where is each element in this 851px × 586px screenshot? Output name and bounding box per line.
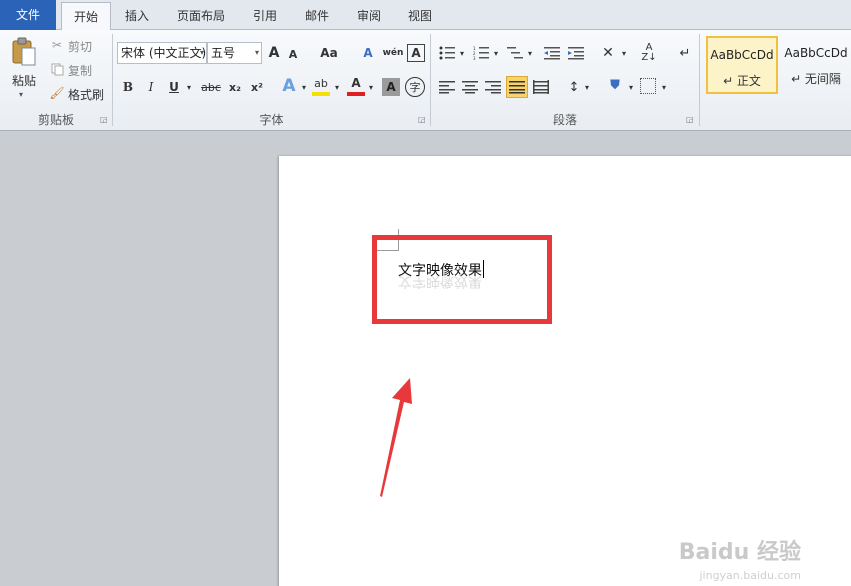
borders-dropdown-icon[interactable]: ▾ <box>659 78 669 96</box>
paste-icon[interactable] <box>10 36 38 68</box>
tab-page-layout[interactable]: 页面布局 <box>168 2 234 30</box>
text-effects-dropdown-icon[interactable]: ▾ <box>299 78 309 96</box>
increase-indent-icon[interactable] <box>567 44 585 62</box>
style-sample: AaBbCcDd <box>710 48 774 62</box>
tab-review[interactable]: 审阅 <box>349 2 389 30</box>
watermark-brand: Baidu 经验 <box>678 540 801 565</box>
style-name: ↵ 无间隔 <box>791 72 841 86</box>
tab-home[interactable]: 开始 <box>61 2 111 31</box>
annotation-arrow-icon <box>380 378 412 497</box>
decrease-indent-icon[interactable] <box>543 44 561 62</box>
character-shading-icon[interactable]: A <box>382 78 400 96</box>
align-right-icon[interactable] <box>484 78 502 96</box>
distributed-icon[interactable] <box>532 78 550 96</box>
phonetic-guide-icon[interactable]: wén <box>383 44 404 62</box>
style-normal[interactable]: AaBbCcDd ↵ 正文 <box>706 36 778 94</box>
grow-font-icon[interactable]: A <box>266 44 282 62</box>
align-center-icon[interactable] <box>461 78 479 96</box>
paragraph-launcher-icon[interactable]: ◲ <box>686 115 695 124</box>
font-size-value: 五号 <box>211 46 236 60</box>
tab-file[interactable]: 文件 <box>0 0 56 30</box>
sort-icon[interactable]: A Z↓ <box>640 42 658 64</box>
bullets-icon[interactable] <box>438 44 456 62</box>
annotation-highlight-box <box>372 235 552 324</box>
shading-icon[interactable]: ⛊ <box>606 76 624 94</box>
strikethrough-icon[interactable]: abc <box>200 78 222 96</box>
font-color-dropdown-icon[interactable]: ▾ <box>366 78 376 96</box>
ribbon: 粘贴 ▾ ✂ 剪切 复制 🖌 格式刷 剪贴板 ◲ 宋体 (中文正文) ▾ 五号 … <box>0 30 851 131</box>
chinese-layout-icon[interactable]: ✕ <box>598 44 618 62</box>
enclose-characters-icon[interactable]: 字 <box>405 77 425 97</box>
clipboard-group-label: 剪贴板 <box>37 113 74 127</box>
paste-button[interactable]: 粘贴 <box>12 72 36 89</box>
clipboard-launcher-icon[interactable]: ◲ <box>100 115 109 124</box>
svg-text:3: 3 <box>473 56 476 60</box>
subscript-icon[interactable]: x₂ <box>226 78 244 96</box>
font-size-dropdown-icon[interactable]: ▾ <box>255 43 259 63</box>
justify-icon[interactable] <box>506 76 528 98</box>
multilevel-dropdown-icon[interactable]: ▾ <box>525 44 535 62</box>
style-name: ↵ 正文 <box>723 74 761 88</box>
change-case-icon[interactable]: Aa <box>318 44 340 62</box>
cut-icon[interactable]: ✂ <box>50 38 64 52</box>
format-painter-icon[interactable]: 🖌 <box>49 86 64 100</box>
align-left-icon[interactable] <box>438 78 456 96</box>
tab-mailings[interactable]: 邮件 <box>297 2 337 30</box>
format-painter-button[interactable]: 格式刷 <box>68 86 104 103</box>
font-group-label: 字体 <box>259 113 284 127</box>
line-spacing-dropdown-icon[interactable]: ▾ <box>582 78 592 96</box>
superscript-icon[interactable]: x² <box>248 78 266 96</box>
shrink-font-icon[interactable]: A <box>286 46 300 62</box>
tab-view[interactable]: 视图 <box>400 2 440 30</box>
italic-icon[interactable]: I <box>143 78 159 96</box>
font-name-dropdown-icon[interactable]: ▾ <box>200 43 204 63</box>
bold-icon[interactable]: B <box>120 78 136 96</box>
text-effects-icon[interactable]: A <box>280 76 298 96</box>
show-marks-icon[interactable]: ↵ <box>676 44 694 62</box>
tab-references[interactable]: 引用 <box>245 2 285 30</box>
multilevel-list-icon[interactable] <box>506 44 524 62</box>
font-color-icon[interactable]: A <box>347 74 365 92</box>
tab-insert[interactable]: 插入 <box>117 2 157 30</box>
character-border-icon[interactable]: A <box>407 44 425 62</box>
copy-icon[interactable] <box>50 62 64 76</box>
line-spacing-icon[interactable]: ↕ <box>565 78 583 96</box>
bullets-dropdown-icon[interactable]: ▾ <box>457 44 467 62</box>
font-name-value: 宋体 (中文正文) <box>121 46 207 60</box>
style-sample: AaBbCcDd <box>784 46 848 60</box>
font-color-bar <box>347 92 365 96</box>
numbering-dropdown-icon[interactable]: ▾ <box>491 44 501 62</box>
paste-dropdown-arrow[interactable]: ▾ <box>19 90 23 99</box>
numbering-icon[interactable]: 123 <box>472 44 490 62</box>
borders-icon[interactable] <box>640 78 656 94</box>
underline-icon[interactable]: U <box>166 78 182 96</box>
style-no-spacing[interactable]: AaBbCcDd ↵ 无间隔 <box>780 36 851 94</box>
highlight-dropdown-icon[interactable]: ▾ <box>332 78 342 96</box>
cut-button[interactable]: 剪切 <box>68 38 92 55</box>
chinese-layout-dropdown-icon[interactable]: ▾ <box>619 44 629 62</box>
highlight-color-bar <box>312 92 330 96</box>
clear-formatting-icon[interactable]: A <box>358 44 378 62</box>
highlight-icon[interactable]: ab <box>311 74 331 92</box>
font-launcher-icon[interactable]: ◲ <box>418 115 427 124</box>
document-page[interactable] <box>279 156 851 586</box>
underline-dropdown-icon[interactable]: ▾ <box>184 78 194 96</box>
group-divider <box>699 34 700 126</box>
font-size-combo[interactable]: 五号 ▾ <box>207 42 262 64</box>
copy-button[interactable]: 复制 <box>68 62 92 79</box>
font-name-combo[interactable]: 宋体 (中文正文) ▾ <box>117 42 207 64</box>
shading-dropdown-icon[interactable]: ▾ <box>626 78 636 96</box>
paragraph-group-label: 段落 <box>552 113 577 127</box>
watermark-url: jingyan.baidu.com <box>699 569 801 582</box>
ribbon-tab-bar: 文件 开始 插入 页面布局 引用 邮件 审阅 视图 <box>0 0 851 31</box>
